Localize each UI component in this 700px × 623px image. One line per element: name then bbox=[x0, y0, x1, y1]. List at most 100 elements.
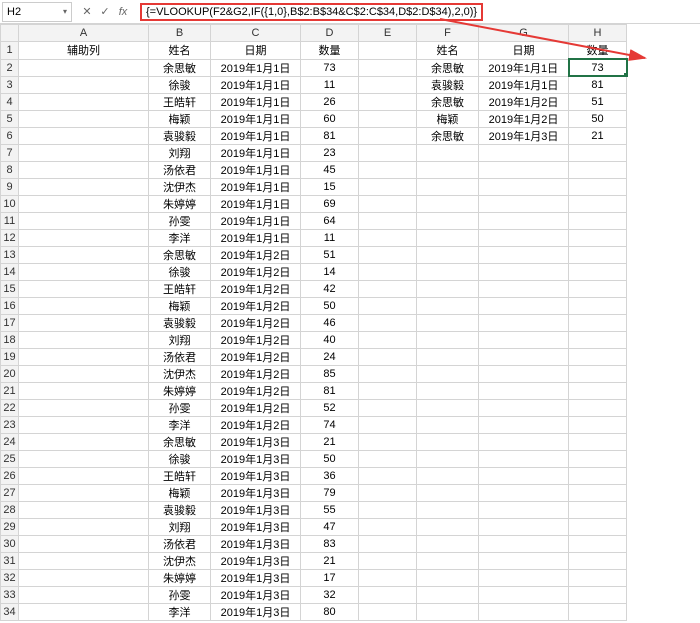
cell[interactable]: 26 bbox=[301, 93, 359, 110]
cell[interactable] bbox=[417, 569, 479, 586]
cell[interactable] bbox=[359, 161, 417, 178]
cell[interactable] bbox=[359, 399, 417, 416]
cell[interactable] bbox=[359, 297, 417, 314]
cell[interactable]: 2019年1月3日 bbox=[211, 603, 301, 620]
cell[interactable]: 2019年1月2日 bbox=[211, 314, 301, 331]
cell[interactable] bbox=[417, 178, 479, 195]
cell[interactable]: 14 bbox=[301, 263, 359, 280]
row-header[interactable]: 29 bbox=[1, 518, 19, 535]
cell[interactable] bbox=[359, 280, 417, 297]
cell[interactable]: 42 bbox=[301, 280, 359, 297]
cell[interactable] bbox=[359, 450, 417, 467]
row-header[interactable]: 22 bbox=[1, 399, 19, 416]
cell[interactable]: 沈伊杰 bbox=[149, 552, 211, 569]
cell[interactable] bbox=[479, 416, 569, 433]
cancel-icon[interactable]: ✕ bbox=[80, 5, 94, 18]
cell[interactable] bbox=[359, 586, 417, 603]
cell[interactable] bbox=[359, 76, 417, 93]
cell[interactable]: 32 bbox=[301, 586, 359, 603]
cell[interactable]: 2019年1月2日 bbox=[211, 382, 301, 399]
cell[interactable] bbox=[569, 178, 627, 195]
cell[interactable]: 袁骏毅 bbox=[149, 127, 211, 144]
cell[interactable] bbox=[19, 263, 149, 280]
cell[interactable] bbox=[569, 365, 627, 382]
cell[interactable]: 15 bbox=[301, 178, 359, 195]
selected-cell[interactable]: 73 bbox=[569, 59, 627, 76]
cell[interactable] bbox=[479, 263, 569, 280]
cell[interactable]: 51 bbox=[301, 246, 359, 263]
row-header[interactable]: 13 bbox=[1, 246, 19, 263]
cell[interactable] bbox=[569, 450, 627, 467]
cell[interactable]: 余思敏 bbox=[417, 127, 479, 144]
cell[interactable] bbox=[19, 127, 149, 144]
cell[interactable]: 沈伊杰 bbox=[149, 365, 211, 382]
cell[interactable] bbox=[569, 263, 627, 280]
cell[interactable] bbox=[359, 501, 417, 518]
cell[interactable] bbox=[19, 467, 149, 484]
cell[interactable] bbox=[569, 382, 627, 399]
cell[interactable]: 2019年1月1日 bbox=[479, 76, 569, 93]
cell[interactable]: 梅颖 bbox=[417, 110, 479, 127]
cell[interactable] bbox=[569, 399, 627, 416]
cell[interactable] bbox=[569, 586, 627, 603]
cell[interactable] bbox=[417, 382, 479, 399]
cell[interactable] bbox=[359, 484, 417, 501]
cell[interactable]: 81 bbox=[569, 76, 627, 93]
cell[interactable] bbox=[569, 433, 627, 450]
cell[interactable]: 11 bbox=[301, 229, 359, 246]
row-header[interactable]: 24 bbox=[1, 433, 19, 450]
cell[interactable] bbox=[479, 195, 569, 212]
cell[interactable] bbox=[479, 178, 569, 195]
cell[interactable] bbox=[19, 59, 149, 76]
cell[interactable] bbox=[359, 246, 417, 263]
cell[interactable] bbox=[417, 161, 479, 178]
formula-input[interactable]: {=VLOOKUP(F2&G2,IF({1,0},B$2:B$34&C$2:C$… bbox=[136, 2, 700, 22]
cell[interactable] bbox=[479, 433, 569, 450]
cell[interactable] bbox=[479, 484, 569, 501]
cell[interactable] bbox=[479, 348, 569, 365]
row-header[interactable]: 18 bbox=[1, 331, 19, 348]
cell[interactable]: 李洋 bbox=[149, 229, 211, 246]
cell[interactable] bbox=[359, 263, 417, 280]
cell[interactable]: 王皓轩 bbox=[149, 467, 211, 484]
cell[interactable] bbox=[417, 484, 479, 501]
cell[interactable] bbox=[479, 603, 569, 620]
cell[interactable] bbox=[19, 501, 149, 518]
cell[interactable]: 74 bbox=[301, 416, 359, 433]
cell[interactable]: 李洋 bbox=[149, 416, 211, 433]
cell[interactable]: 23 bbox=[301, 144, 359, 161]
cell[interactable]: 刘翔 bbox=[149, 331, 211, 348]
cell[interactable] bbox=[479, 382, 569, 399]
cell[interactable] bbox=[417, 535, 479, 552]
cell[interactable] bbox=[359, 178, 417, 195]
cell[interactable]: 辅助列 bbox=[19, 42, 149, 60]
col-header-H[interactable]: H bbox=[569, 25, 627, 42]
cell[interactable]: 2019年1月3日 bbox=[211, 501, 301, 518]
cell[interactable] bbox=[19, 450, 149, 467]
cell[interactable] bbox=[417, 450, 479, 467]
cell[interactable]: 2019年1月3日 bbox=[211, 552, 301, 569]
cell[interactable] bbox=[359, 518, 417, 535]
cell[interactable] bbox=[569, 501, 627, 518]
cell[interactable] bbox=[479, 552, 569, 569]
cell[interactable] bbox=[479, 450, 569, 467]
row-header[interactable]: 12 bbox=[1, 229, 19, 246]
cell[interactable] bbox=[359, 110, 417, 127]
cell[interactable]: 梅颖 bbox=[149, 297, 211, 314]
row-header[interactable]: 6 bbox=[1, 127, 19, 144]
cell[interactable] bbox=[479, 161, 569, 178]
cell[interactable]: 王皓轩 bbox=[149, 93, 211, 110]
cell[interactable] bbox=[417, 586, 479, 603]
cell[interactable]: 2019年1月2日 bbox=[211, 246, 301, 263]
cell[interactable] bbox=[479, 229, 569, 246]
cell[interactable]: 2019年1月2日 bbox=[211, 297, 301, 314]
cell[interactable] bbox=[569, 416, 627, 433]
cell[interactable]: 2019年1月3日 bbox=[211, 467, 301, 484]
cell[interactable] bbox=[569, 569, 627, 586]
cell[interactable]: 2019年1月1日 bbox=[211, 110, 301, 127]
cell[interactable]: 2019年1月2日 bbox=[211, 365, 301, 382]
cell[interactable] bbox=[19, 297, 149, 314]
cell[interactable] bbox=[479, 467, 569, 484]
row-header[interactable]: 33 bbox=[1, 586, 19, 603]
cell[interactable]: 汤依君 bbox=[149, 535, 211, 552]
